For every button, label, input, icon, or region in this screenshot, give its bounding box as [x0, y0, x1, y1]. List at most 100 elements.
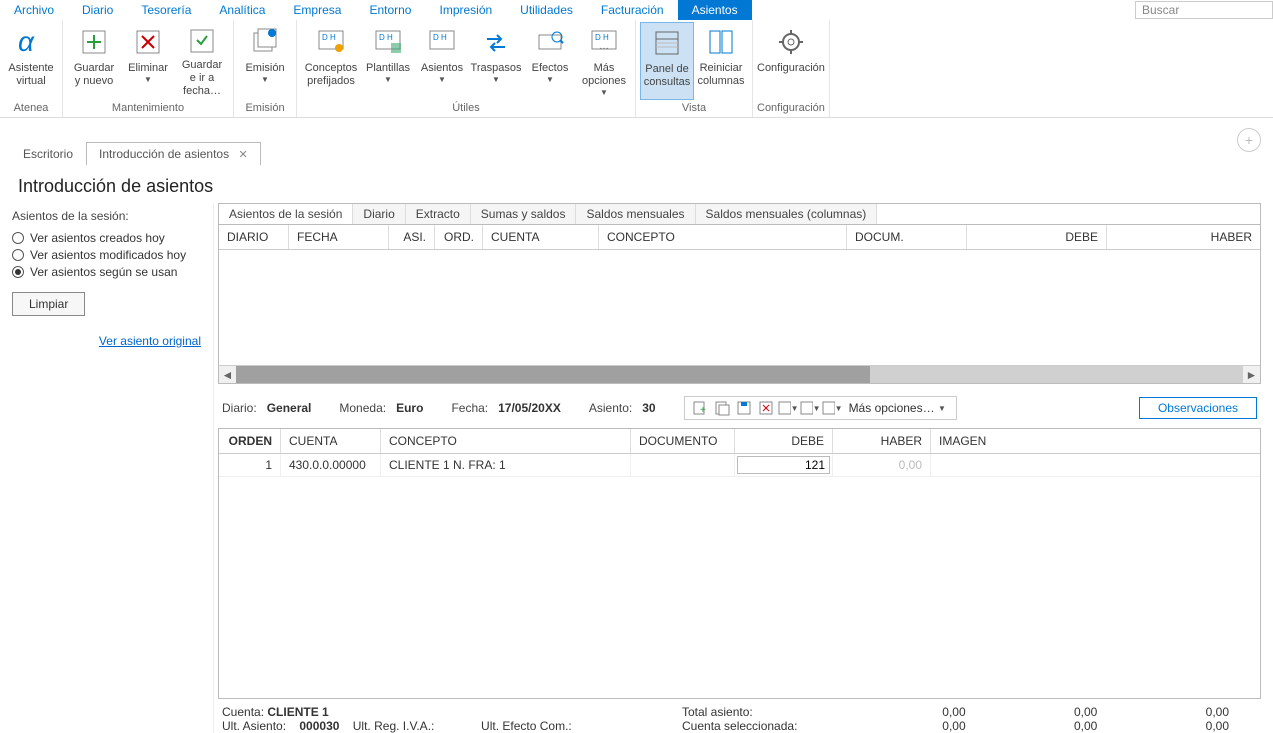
- cell-imagen[interactable]: [931, 454, 1260, 476]
- view-tab-extracto[interactable]: Extracto: [406, 204, 471, 224]
- menu-diario[interactable]: Diario: [68, 0, 127, 20]
- tb-delete-icon[interactable]: [755, 398, 777, 418]
- cell-documento[interactable]: [631, 454, 735, 476]
- table-row[interactable]: 1 430.0.0.00000 CLIENTE 1 N. FRA: 1 0,00: [219, 454, 1260, 477]
- tb-dd2-icon[interactable]: ▼: [799, 398, 821, 418]
- scroll-right-icon[interactable]: ►: [1243, 368, 1260, 382]
- guardar-fecha-button[interactable]: Guardar e ir a fecha…: [175, 22, 229, 100]
- reiniciar-columnas-button[interactable]: Reiniciar columnas: [694, 22, 748, 100]
- chevron-down-icon: ▼: [938, 404, 946, 413]
- emision-button[interactable]: Emisión ▼: [238, 22, 292, 100]
- h-scrollbar[interactable]: ◄ ►: [219, 366, 1260, 383]
- menu-empresa[interactable]: Empresa: [279, 0, 355, 20]
- col-orden[interactable]: ORDEN: [219, 429, 281, 453]
- ribbon-group-atenea: α Asistente virtual Atenea: [0, 20, 63, 117]
- chevron-down-icon: ▼: [546, 75, 554, 84]
- menu-entorno[interactable]: Entorno: [355, 0, 425, 20]
- col-fecha[interactable]: FECHA: [289, 225, 389, 249]
- eliminar-button[interactable]: Eliminar ▼: [121, 22, 175, 100]
- col-docum[interactable]: DOCUM.: [847, 225, 967, 249]
- ws-tab-label: Introducción de asientos: [99, 147, 229, 161]
- col-concepto2[interactable]: CONCEPTO: [381, 429, 631, 453]
- view-tab-sesion[interactable]: Asientos de la sesión: [219, 204, 353, 224]
- efectos-button[interactable]: Efectos ▼: [523, 22, 577, 100]
- ws-tab-intro-asientos[interactable]: Introducción de asientos ✕: [86, 142, 261, 165]
- mas-opciones-button[interactable]: D H… Más opciones ▼: [577, 22, 631, 100]
- col-debe2[interactable]: DEBE: [735, 429, 833, 453]
- panel-consultas-button[interactable]: Panel de consultas: [640, 22, 694, 100]
- lower-grid-body[interactable]: 1 430.0.0.00000 CLIENTE 1 N. FRA: 1 0,00: [219, 454, 1260, 698]
- scroll-thumb[interactable]: [236, 366, 870, 383]
- radio-creados-hoy[interactable]: Ver asientos creados hoy: [12, 231, 201, 245]
- tb-copy-icon[interactable]: [711, 398, 733, 418]
- ver-asiento-original-link[interactable]: Ver asiento original: [12, 334, 201, 348]
- page-title: Introducción de asientos: [0, 168, 1273, 203]
- ribbon-group-config: Configuración Configuración: [753, 20, 830, 117]
- col-documento[interactable]: DOCUMENTO: [631, 429, 735, 453]
- view-tab-saldos-col[interactable]: Saldos mensuales (columnas): [696, 204, 878, 224]
- col-diario[interactable]: DIARIO: [219, 225, 289, 249]
- col-haber2[interactable]: HABER: [833, 429, 931, 453]
- footer-ultasiento-lbl: Ult. Asiento:: [222, 719, 286, 733]
- footer-ultasiento-val: 000030: [299, 719, 339, 733]
- configuracion-button[interactable]: Configuración: [761, 22, 821, 100]
- workspace-bar: Escritorio Introducción de asientos ✕: [0, 138, 1273, 168]
- col-cuenta[interactable]: CUENTA: [483, 225, 599, 249]
- conceptos-button[interactable]: D H Conceptos prefijados: [301, 22, 361, 100]
- guardar-nuevo-button[interactable]: Guardar y nuevo: [67, 22, 121, 100]
- tb-new-icon[interactable]: +: [689, 398, 711, 418]
- cell-concepto[interactable]: CLIENTE 1 N. FRA: 1: [381, 454, 631, 476]
- radio-modificados-hoy[interactable]: Ver asientos modificados hoy: [12, 248, 201, 262]
- scroll-track[interactable]: [236, 366, 1243, 383]
- col-concepto[interactable]: CONCEPTO: [599, 225, 847, 249]
- upper-grid-body[interactable]: [219, 250, 1260, 366]
- tb-dd1-icon[interactable]: ▼: [777, 398, 799, 418]
- tb-dd3-icon[interactable]: ▼: [821, 398, 843, 418]
- view-tab-saldos[interactable]: Saldos mensuales: [576, 204, 695, 224]
- menu-analitica[interactable]: Analítica: [205, 0, 279, 20]
- col-ord[interactable]: ORD.: [435, 225, 483, 249]
- asientos-button[interactable]: D H Asientos ▼: [415, 22, 469, 100]
- col-cuenta2[interactable]: CUENTA: [281, 429, 381, 453]
- menu-impresion[interactable]: Impresión: [425, 0, 506, 20]
- plantillas-button[interactable]: D H Plantillas ▼: [361, 22, 415, 100]
- col-imagen[interactable]: IMAGEN: [931, 429, 1260, 453]
- cell-cuenta[interactable]: 430.0.0.00000: [281, 454, 381, 476]
- limpiar-button[interactable]: Limpiar: [12, 292, 85, 316]
- col-haber[interactable]: HABER: [1107, 225, 1260, 249]
- entries-icon: D H: [424, 24, 460, 60]
- radio-icon: [12, 266, 24, 278]
- svg-text:D H: D H: [322, 33, 336, 42]
- view-tab-sumas[interactable]: Sumas y saldos: [471, 204, 577, 224]
- menu-utilidades[interactable]: Utilidades: [506, 0, 587, 20]
- emission-icon: [247, 24, 283, 60]
- plantillas-label: Plantillas: [366, 62, 410, 75]
- side-panel-title: Asientos de la sesión:: [12, 209, 201, 223]
- content-area: Asientos de la sesión Diario Extracto Su…: [214, 203, 1273, 733]
- col-debe[interactable]: DEBE: [967, 225, 1107, 249]
- search-input[interactable]: Buscar: [1135, 1, 1273, 19]
- view-tab-diario[interactable]: Diario: [353, 204, 405, 224]
- menu-facturacion[interactable]: Facturación: [587, 0, 678, 20]
- tb-mas-opciones[interactable]: Más opciones… ▼: [843, 398, 952, 418]
- debe-input[interactable]: [737, 456, 830, 474]
- svg-text:…: …: [599, 41, 609, 52]
- traspasos-button[interactable]: Traspasos ▼: [469, 22, 523, 100]
- lbl-diario: Diario:: [222, 401, 257, 415]
- ws-tab-escritorio[interactable]: Escritorio: [10, 142, 86, 165]
- observaciones-button[interactable]: Observaciones: [1139, 397, 1257, 419]
- menu-asientos[interactable]: Asientos: [678, 0, 752, 20]
- transfer-icon: [478, 24, 514, 60]
- menu-archivo[interactable]: Archivo: [0, 0, 68, 20]
- ribbon-group-emision: Emisión ▼ Emisión: [234, 20, 297, 117]
- tb-save-icon[interactable]: [733, 398, 755, 418]
- scroll-left-icon[interactable]: ◄: [219, 368, 236, 382]
- radio-segun-usan[interactable]: Ver asientos según se usan: [12, 265, 201, 279]
- cell-debe[interactable]: [735, 454, 833, 476]
- cell-haber[interactable]: 0,00: [833, 454, 931, 476]
- close-icon[interactable]: ✕: [238, 149, 247, 161]
- asistente-virtual-button[interactable]: α Asistente virtual: [4, 22, 58, 100]
- menu-tesoreria[interactable]: Tesorería: [127, 0, 205, 20]
- col-asi[interactable]: ASI.: [389, 225, 435, 249]
- add-tab-button[interactable]: +: [1237, 128, 1261, 152]
